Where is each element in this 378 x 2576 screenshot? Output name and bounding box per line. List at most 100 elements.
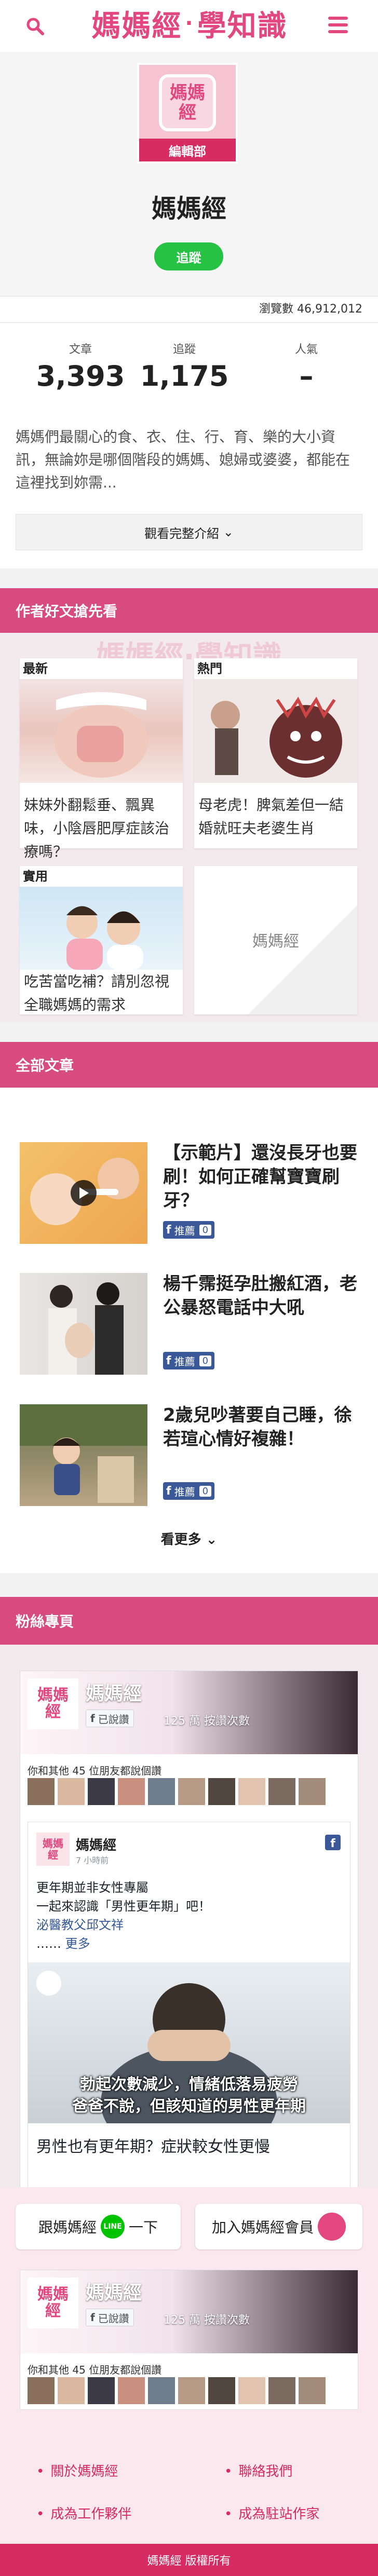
follow-button[interactable]: 追蹤 [154, 242, 223, 270]
play-icon[interactable] [71, 1180, 97, 1206]
facebook-icon[interactable]: f [325, 1835, 341, 1850]
site-logo[interactable]: 媽媽經 · 學知識 [91, 5, 286, 43]
friend-avatar[interactable] [238, 1778, 265, 1805]
friend-avatar[interactable] [299, 1778, 326, 1805]
friend-avatar[interactable] [28, 2377, 55, 2404]
friend-avatar[interactable] [88, 1778, 115, 1805]
friend-avatar[interactable] [28, 1778, 55, 1805]
fb-liked-button[interactable]: f 已說讚 [86, 1710, 134, 1727]
divider [0, 1573, 378, 1597]
fb-friends-text: 你和其他 45 位朋友都說個讚 [28, 2364, 162, 2376]
divider [0, 568, 378, 588]
fb-image-caption: 爸爸不說，但該知道的男性更年期 [72, 2097, 306, 2116]
stat-articles: 文章 3,393 [21, 340, 140, 392]
article-thumbnail [20, 1404, 147, 1506]
featured-card[interactable]: 熱門 母老虎！脾氣差但一結婚就旺夫老婆生肖 [194, 658, 357, 848]
footer-link-about[interactable]: 關於媽媽經 [36, 2461, 118, 2480]
fb-page-name[interactable]: 媽媽經 [86, 1678, 142, 1705]
fb-post-link[interactable]: 泌醫教父邱文祥 [36, 1916, 211, 1934]
friend-avatar[interactable] [88, 2377, 115, 2404]
member-label: 加入媽媽經會員 [211, 2219, 314, 2236]
divider [0, 1022, 378, 1042]
hamburger-menu-icon[interactable] [328, 17, 348, 33]
see-more-label: 看更多 [160, 1532, 201, 1548]
line-icon: LINE [101, 2215, 125, 2239]
member-avatar-icon [318, 2213, 346, 2241]
footer-link-writer[interactable]: 成為駐站作家 [224, 2503, 319, 2523]
facebook-page-widget[interactable]: 媽媽經 媽媽經 f 已說讚 125 萬 按讚次數 你和其他 45 位朋友都說個讚 … [20, 1671, 358, 2190]
fb-cover: 媽媽經 媽媽經 f 已說讚 125 萬 按讚次數 [20, 2270, 358, 2353]
friend-avatar[interactable] [178, 1778, 205, 1805]
facebook-icon: f [90, 2311, 95, 2324]
facebook-icon: f [166, 1484, 171, 1498]
facebook-page-widget-small[interactable]: 媽媽經 媽媽經 f 已說讚 125 萬 按讚次數 你和其他 45 位朋友都說個讚 [20, 2270, 358, 2410]
fb-post[interactable]: 媽媽經 媽媽經 7 小時前 f 更年期並非女性專屬 一起來認識「男性更年期」吧！… [28, 1822, 350, 2189]
fb-post-avatar: 媽媽經 [36, 1833, 70, 1866]
card-title: 母老虎！脾氣差但一結婚就旺夫老婆生肖 [198, 796, 344, 837]
fb-post-time: 7 小時前 [76, 1855, 109, 1865]
card-tag: 最新 [23, 661, 48, 676]
search-icon[interactable] [26, 17, 45, 36]
stat-value: 3,393 [36, 360, 125, 392]
friend-avatar[interactable] [238, 2377, 265, 2404]
card-image [194, 679, 357, 783]
fb-liked-label: 已說讚 [98, 1713, 129, 1726]
friend-avatar[interactable] [208, 1778, 235, 1805]
fb-post-author[interactable]: 媽媽經 [76, 1835, 116, 1854]
fb-post-image[interactable]: 勃起次數減少，情緒低落易疲勞 爸爸不說，但該知道的男性更年期 [28, 1962, 350, 2123]
article-title: 【示範片】還沒長牙也要刷！如何正確幫寶寶刷牙？ [163, 1143, 357, 1211]
facebook-recommend-button[interactable]: f 推薦 0 [163, 1221, 215, 1239]
facebook-recommend-button[interactable]: f 推薦 0 [163, 1352, 215, 1370]
join-member-button[interactable]: 加入媽媽經會員 [195, 2204, 362, 2249]
friend-avatars [28, 1778, 326, 1805]
friend-avatar[interactable] [208, 2377, 235, 2404]
article-title: 2歲兒吵著要自己睡，徐若瑄心情好複雜！ [163, 1405, 352, 1449]
section-title-fanpage: 粉絲專頁 [0, 1597, 378, 1645]
article-item[interactable]: 楊千霈挺孕肚搬紅酒，老公暴怒電話中大吼 f 推薦 0 [0, 1268, 378, 1387]
fb-post-more[interactable]: 更多 [65, 1936, 90, 1951]
stat-value: – [299, 360, 314, 392]
fb-friends-text: 你和其他 45 位朋友都說個讚 [28, 1765, 162, 1777]
friend-avatar[interactable] [178, 2377, 205, 2404]
friend-avatar[interactable] [118, 1778, 145, 1805]
line-follow-button[interactable]: 跟媽媽經 LINE 一下 [16, 2204, 181, 2249]
friend-avatar[interactable] [58, 1778, 85, 1805]
fb-label: 推薦 [174, 1485, 195, 1498]
featured-card[interactable]: 實用 吃苦當吃補？請別忽視全職媽媽的需求 [20, 866, 183, 1014]
editor-badge: 編輯部 [139, 139, 236, 161]
line-prefix: 跟媽媽經 [38, 2219, 97, 2236]
fb-liked-button[interactable]: f 已說讚 [86, 2309, 134, 2326]
friend-avatar[interactable] [118, 2377, 145, 2404]
friend-avatar[interactable] [148, 2377, 175, 2404]
card-title: 妹妹外翻鬆垂、飄異味，小陰唇肥厚症該治療嗎？ [24, 796, 170, 860]
footer-link-contact[interactable]: 聯絡我們 [224, 2461, 292, 2480]
logo-dot: · [185, 11, 194, 35]
friend-avatar[interactable] [148, 1778, 175, 1805]
friend-avatar[interactable] [58, 2377, 85, 2404]
footer-link-partner[interactable]: 成為工作夥伴 [36, 2503, 131, 2523]
fb-link-title[interactable]: 男性也有更年期？症狀較女性更慢 [36, 2134, 270, 2157]
views-count: 瀏覽數 46,912,012 [0, 296, 378, 323]
views-label: 瀏覽數 [259, 303, 294, 316]
logo-main: 媽媽經 [91, 9, 182, 43]
card-tag: 熱門 [197, 661, 222, 676]
see-more-button[interactable]: 看更多 ⌄ [0, 1529, 378, 1548]
fb-page-name[interactable]: 媽媽經 [86, 2277, 142, 2304]
full-intro-button[interactable]: 觀看完整介紹 ⌄ [16, 514, 362, 550]
article-item[interactable]: 【示範片】還沒長牙也要刷！如何正確幫寶寶刷牙？ f 推薦 0 [0, 1137, 378, 1256]
fb-post-text: 更年期並非女性專屬 一起來認識「男性更年期」吧！ 泌醫教父邱文祥 …… 更多 [36, 1878, 211, 1953]
stat-label: 人氣 [294, 343, 318, 356]
featured-card-placeholder[interactable]: 媽媽經 [194, 866, 357, 1014]
chevron-down-icon: ⌄ [206, 1532, 218, 1548]
section-title-featured: 作者好文搶先看 [0, 588, 378, 633]
facebook-icon: f [166, 1223, 171, 1237]
article-item[interactable]: 2歲兒吵著要自己睡，徐若瑄心情好複雜！ f 推薦 0 [0, 1399, 378, 1519]
featured-card[interactable]: 最新 妹妹外翻鬆垂、飄異味，小陰唇肥厚症該治療嗎？ [20, 658, 183, 860]
fb-page-avatar: 媽媽經 [28, 1678, 78, 1729]
facebook-recommend-button[interactable]: f 推薦 0 [163, 1482, 215, 1500]
friend-avatar[interactable] [268, 2377, 295, 2404]
friend-avatar[interactable] [268, 1778, 295, 1805]
logo-sub: 學知識 [197, 9, 288, 43]
friend-avatar[interactable] [299, 2377, 326, 2404]
card-title: 吃苦當吃補？請別忽視全職媽媽的需求 [24, 973, 170, 1013]
